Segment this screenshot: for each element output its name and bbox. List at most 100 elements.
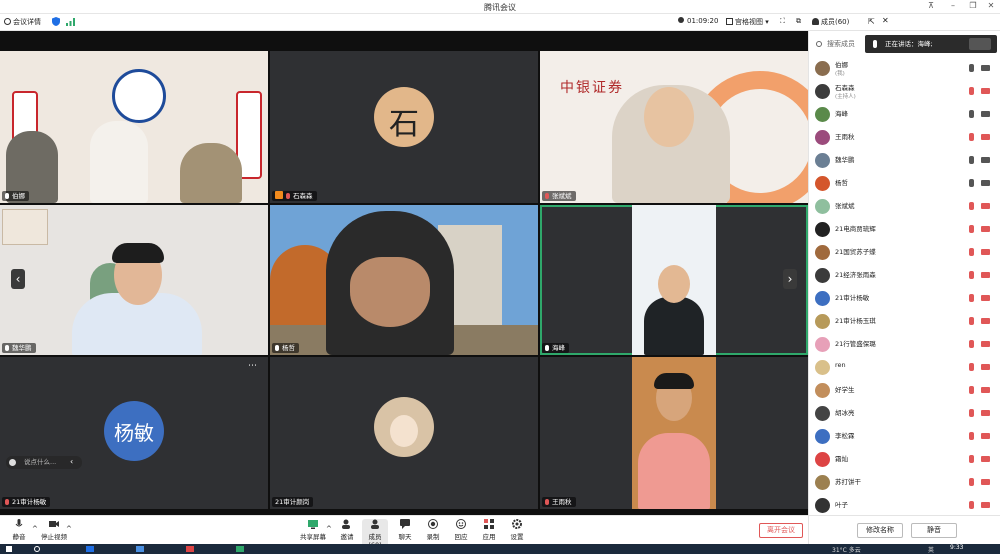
participant-row[interactable]: 魏华鹏 xyxy=(809,149,1000,172)
video-options-chevron[interactable]: ^ xyxy=(66,525,72,533)
leave-meeting-button[interactable]: 离开会议 xyxy=(759,523,803,538)
participant-row[interactable]: 李松霖 xyxy=(809,425,1000,448)
participant-row[interactable]: 21行管盛保璐 xyxy=(809,333,1000,356)
video-tile-8[interactable]: 21审计颜岗 xyxy=(270,357,538,509)
mic-on-icon[interactable] xyxy=(969,156,974,164)
participant-row[interactable]: 21经济张雨森 xyxy=(809,264,1000,287)
mic-off-icon[interactable] xyxy=(969,478,974,486)
video-camera-icon[interactable] xyxy=(981,180,990,186)
security-shield-icon[interactable] xyxy=(52,17,60,28)
video-camera-icon[interactable] xyxy=(981,410,990,416)
chat-button[interactable]: 聊天 xyxy=(392,519,418,541)
video-camera-icon[interactable] xyxy=(981,364,990,370)
participant-row[interactable]: 杨哲 xyxy=(809,172,1000,195)
signal-icon[interactable] xyxy=(66,18,75,28)
participant-row[interactable]: 21审计杨敏 xyxy=(809,287,1000,310)
mic-off-icon[interactable] xyxy=(969,386,974,394)
mic-off-icon[interactable] xyxy=(969,294,974,302)
mic-off-icon[interactable] xyxy=(969,248,974,256)
video-camera-icon[interactable] xyxy=(981,387,990,393)
prev-page-arrow[interactable]: ‹ xyxy=(11,269,25,289)
video-tile-3[interactable]: 中银证券 张斌斌 xyxy=(540,51,808,203)
taskbar-app-icon[interactable] xyxy=(86,546,94,552)
mic-off-icon[interactable] xyxy=(969,363,974,371)
video-camera-icon[interactable] xyxy=(981,479,990,485)
mic-off-icon[interactable] xyxy=(969,432,974,440)
mic-off-icon[interactable] xyxy=(969,455,974,463)
participant-row[interactable]: 伯娜 (我) xyxy=(809,57,1000,80)
language-indicator[interactable]: 英 xyxy=(928,545,934,554)
share-screen-button[interactable]: 共享屏幕 xyxy=(300,519,326,541)
taskbar-app-icon[interactable] xyxy=(236,546,244,552)
participant-row[interactable]: 王雨秋 xyxy=(809,126,1000,149)
apps-button[interactable]: 应用 xyxy=(476,519,502,541)
settings-button[interactable]: 设置 xyxy=(504,519,530,541)
mic-off-icon[interactable] xyxy=(969,87,974,95)
video-camera-icon[interactable] xyxy=(981,341,990,347)
video-camera-icon[interactable] xyxy=(981,502,990,508)
share-options-chevron[interactable]: ^ xyxy=(326,525,332,533)
rename-button[interactable]: 修改名称 xyxy=(857,523,903,538)
fullscreen-icon[interactable]: ⛶ xyxy=(780,17,785,26)
video-camera-icon[interactable] xyxy=(981,111,990,117)
invite-button[interactable]: 邀请 xyxy=(334,519,360,541)
video-camera-icon[interactable] xyxy=(981,157,990,163)
participant-row[interactable]: 叶子 xyxy=(809,494,1000,517)
participant-row[interactable]: 好学生 xyxy=(809,379,1000,402)
participant-row[interactable]: 胡冰亮 xyxy=(809,402,1000,425)
video-tile-1[interactable]: 伯娜 xyxy=(0,51,268,203)
video-camera-icon[interactable] xyxy=(981,272,990,278)
video-camera-icon[interactable] xyxy=(981,318,990,324)
tile-more-icon[interactable]: ⋯ xyxy=(248,361,257,371)
video-tile-4[interactable]: 魏华鹏 xyxy=(0,205,268,355)
video-camera-icon[interactable] xyxy=(981,88,990,94)
participant-row[interactable]: 21电商贾琉辉 xyxy=(809,218,1000,241)
video-tile-9[interactable]: 王雨秋 xyxy=(540,357,808,509)
participant-row[interactable]: ren xyxy=(809,356,1000,379)
video-camera-icon[interactable] xyxy=(981,203,990,209)
participant-row[interactable]: 21国贸苏子蝶 xyxy=(809,241,1000,264)
mute-button[interactable]: 静音 xyxy=(6,519,32,541)
video-camera-icon[interactable] xyxy=(981,249,990,255)
mic-off-icon[interactable] xyxy=(969,501,974,509)
video-camera-icon[interactable] xyxy=(981,295,990,301)
participant-row[interactable]: 霜灿 xyxy=(809,448,1000,471)
mic-off-icon[interactable] xyxy=(969,317,974,325)
video-camera-icon[interactable] xyxy=(981,433,990,439)
mute-options-chevron[interactable]: ^ xyxy=(32,525,38,533)
video-camera-icon[interactable] xyxy=(981,65,990,71)
meeting-details-button[interactable]: 会议详情 xyxy=(4,17,41,27)
mic-off-icon[interactable] xyxy=(969,271,974,279)
gallery-view-button[interactable]: 宫格视图 ▾ xyxy=(726,17,769,27)
mic-off-icon[interactable] xyxy=(969,409,974,417)
reactions-button[interactable]: 回应 xyxy=(448,519,474,541)
mute-all-button[interactable]: 静音 xyxy=(911,523,957,538)
participant-row[interactable]: 张斌斌 xyxy=(809,195,1000,218)
search-icon[interactable] xyxy=(34,546,40,552)
layout-icon[interactable]: ⧉ xyxy=(796,17,801,26)
maximize-button[interactable]: ❐ xyxy=(966,1,980,10)
participant-row[interactable]: 苏打饼干 xyxy=(809,471,1000,494)
video-camera-icon[interactable] xyxy=(981,456,990,462)
video-tile-5[interactable]: 杨哲 xyxy=(270,205,538,355)
stop-video-button[interactable]: 停止视频 xyxy=(40,519,68,541)
video-tile-6[interactable]: 海峰 xyxy=(540,205,808,355)
mic-on-icon[interactable] xyxy=(969,110,974,118)
start-icon[interactable] xyxy=(6,546,12,552)
mic-on-icon[interactable] xyxy=(969,64,974,72)
mic-on-icon[interactable] xyxy=(969,179,974,187)
video-tile-2[interactable]: 石 石森森 xyxy=(270,51,538,203)
participant-row[interactable]: 石森森 (主持人) xyxy=(809,80,1000,103)
video-camera-icon[interactable] xyxy=(981,134,990,140)
taskbar-app-icon[interactable] xyxy=(186,546,194,552)
pin-icon[interactable]: ⊼ xyxy=(924,1,938,10)
minimize-button[interactable]: – xyxy=(946,1,960,10)
mic-off-icon[interactable] xyxy=(969,225,974,233)
video-camera-icon[interactable] xyxy=(981,226,990,232)
video-tile-7[interactable]: ⋯ 杨敏 说点什么... ‹ 21审计杨敏 xyxy=(0,357,268,509)
taskbar-app-icon[interactable] xyxy=(136,546,144,552)
mic-off-icon[interactable] xyxy=(969,340,974,348)
popout-icon[interactable]: ⇱ xyxy=(868,17,875,26)
mic-off-icon[interactable] xyxy=(969,133,974,141)
participant-row[interactable]: 海峰 xyxy=(809,103,1000,126)
